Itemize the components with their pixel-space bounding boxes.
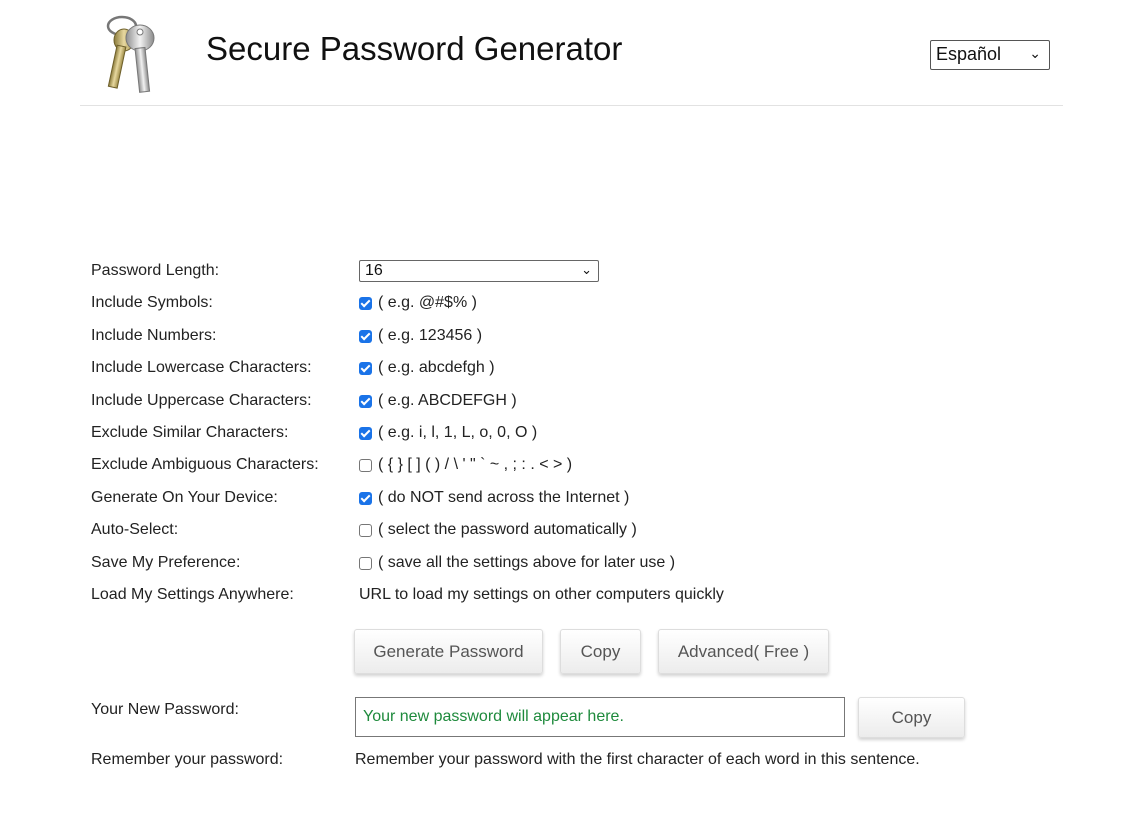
password-length-label: Password Length: [91,262,220,279]
option-checkbox[interactable] [359,523,372,537]
option-label: Include Numbers: [91,327,217,344]
remember-password-label: Remember your password: [91,751,284,768]
option-row: ( { } [ ] ( ) / \ ' " ` ~ , ; : . < > ) [359,456,572,474]
new-password-field[interactable]: Your new password will appear here. [355,697,845,737]
option-checkbox[interactable] [359,556,372,570]
option-checkbox[interactable] [359,458,372,472]
generate-password-button[interactable]: Generate Password [354,629,543,674]
option-label: Generate On Your Device: [91,489,278,506]
option-label: Include Lowercase Characters: [91,359,312,376]
option-row: ( e.g. i, l, 1, L, o, 0, O ) [359,424,537,442]
option-label: Include Symbols: [91,294,213,311]
chevron-down-icon: ⌄ [581,262,592,277]
copy-button[interactable]: Copy [560,629,641,674]
option-label: Exclude Ambiguous Characters: [91,456,319,473]
option-label: Auto-Select: [91,521,179,538]
option-hint: ( { } [ ] ( ) / \ ' " ` ~ , ; : . < > ) [378,456,573,473]
keys-icon [106,15,155,93]
password-length-select[interactable]: 16 ⌄ [359,260,599,282]
option-checkbox[interactable] [359,361,372,375]
option-row: ( save all the settings above for later … [359,554,675,572]
option-hint: ( save all the settings above for later … [378,554,676,571]
option-row: ( e.g. ABCDEFGH ) [359,392,517,410]
option-label: Include Uppercase Characters: [91,392,312,409]
chevron-down-icon: ⌄ [1029,45,1041,61]
advanced-button[interactable]: Advanced( Free ) [658,629,829,674]
option-row: ( select the password automatically ) [359,521,637,539]
option-checkbox[interactable] [359,426,372,440]
new-password-label: Your New Password: [91,701,239,718]
load-settings-label: Load My Settings Anywhere: [91,586,294,603]
page-title: Secure Password Generator [206,30,623,67]
load-settings-link[interactable]: URL to load my settings on other compute… [359,586,724,604]
option-hint: ( e.g. @#$% ) [378,294,477,311]
option-checkbox[interactable] [359,329,372,343]
option-checkbox[interactable] [359,394,372,408]
option-row: ( e.g. 123456 ) [359,327,482,345]
copy-password-button[interactable]: Copy [858,697,965,738]
option-hint: ( do NOT send across the Internet ) [378,489,630,506]
option-label: Save My Preference: [91,554,241,571]
option-checkbox[interactable] [359,296,372,310]
option-row: ( e.g. @#$% ) [359,294,477,312]
option-hint: ( e.g. 123456 ) [378,327,483,344]
option-hint: ( e.g. ABCDEFGH ) [378,392,517,409]
option-checkbox[interactable] [359,491,372,505]
language-select[interactable]: Español ⌄ [930,40,1050,70]
option-hint: ( select the password automatically ) [378,521,637,538]
language-value: Español [936,44,1002,64]
password-length-value: 16 [365,262,383,279]
option-hint: ( e.g. i, l, 1, L, o, 0, O ) [378,424,538,441]
option-hint: ( e.g. abcdefgh ) [378,359,495,376]
option-row: ( e.g. abcdefgh ) [359,359,495,377]
option-label: Exclude Similar Characters: [91,424,289,441]
option-row: ( do NOT send across the Internet ) [359,489,629,507]
header: Secure Password Generator Español ⌄ [80,0,1063,106]
remember-password-text: Remember your password with the first ch… [355,751,920,768]
